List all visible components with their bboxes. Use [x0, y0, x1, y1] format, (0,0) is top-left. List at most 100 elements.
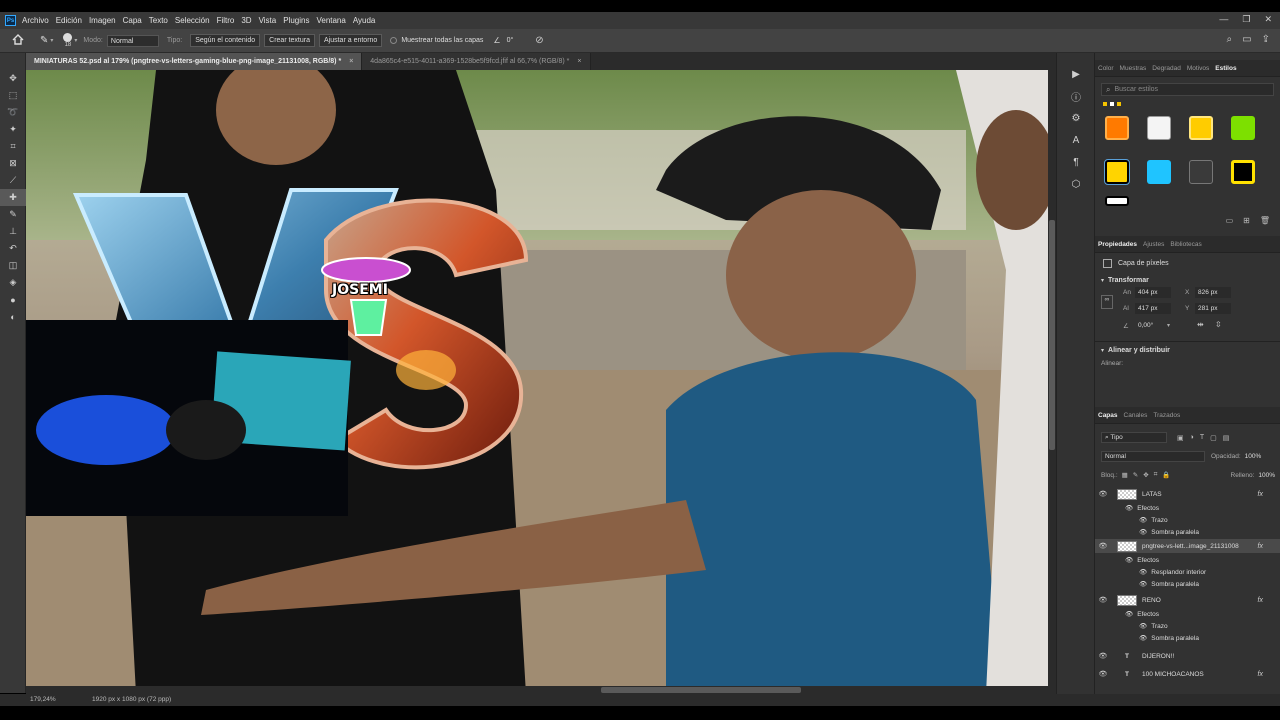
lock-pixels-icon[interactable]: ✎	[1133, 471, 1138, 479]
style-swatch-white-outline[interactable]	[1105, 196, 1129, 206]
style-swatch-green[interactable]	[1231, 116, 1255, 140]
lock-transparency-icon[interactable]: ▦	[1122, 471, 1128, 479]
eye-icon[interactable]: 👁	[1139, 568, 1147, 576]
layer-latas[interactable]: 👁 LATAS fx	[1095, 487, 1280, 501]
tab-layers[interactable]: Capas	[1095, 412, 1121, 419]
flip-horizontal-icon[interactable]: ⇹	[1197, 320, 1204, 329]
menu-filtro[interactable]: Filtro	[217, 16, 235, 25]
search-icon[interactable]: ⌕	[1227, 34, 1233, 45]
lock-position-icon[interactable]: ✥	[1143, 471, 1148, 479]
close-icon[interactable]: ×	[577, 58, 581, 65]
visibility-eye-icon[interactable]: 👁	[1095, 596, 1111, 604]
history-brush-tool-icon[interactable]: ↶	[0, 240, 26, 257]
layer-pngtree[interactable]: 👁 pngtree-vs-lett...image_21131008 fx	[1095, 539, 1280, 553]
menu-archivo[interactable]: Archivo	[22, 16, 49, 25]
brush-size-picker[interactable]: 18	[63, 33, 73, 48]
filter-pixel-icon[interactable]: ▣	[1177, 434, 1184, 442]
play-icon[interactable]: ▶	[1057, 63, 1095, 85]
visibility-eye-icon[interactable]: 👁	[1095, 542, 1111, 550]
filter-text-icon[interactable]: T	[1200, 434, 1204, 442]
flip-vertical-icon[interactable]: ⇳	[1215, 320, 1222, 329]
lock-artboard-icon[interactable]: ⌗	[1154, 471, 1158, 479]
fill-field[interactable]: 100%	[1258, 472, 1275, 479]
layer-reno[interactable]: 👁 RENO fx	[1095, 593, 1280, 607]
paragraph-icon[interactable]: ¶	[1057, 151, 1095, 173]
blend-mode-select[interactable]: Normal	[1101, 450, 1205, 462]
visibility-eye-icon[interactable]: 👁	[1095, 490, 1111, 498]
stamp-tool-icon[interactable]: ⊥	[0, 223, 26, 240]
mode-select[interactable]: Normal	[106, 34, 159, 47]
layer-filter-select[interactable]: ⌕ Tipo	[1101, 432, 1167, 443]
eyedropper-tool-icon[interactable]: ⟋	[0, 172, 26, 189]
eye-icon[interactable]: 👁	[1125, 556, 1133, 564]
tab-styles[interactable]: Estilos	[1212, 65, 1239, 72]
canvas-scroll-h[interactable]	[26, 686, 1048, 694]
tab-channels[interactable]: Canales	[1121, 412, 1151, 419]
zoom-level[interactable]: 179,24%	[30, 696, 56, 703]
style-swatch-black[interactable]	[1231, 160, 1255, 184]
style-group-dot-icon[interactable]	[1103, 102, 1107, 106]
eye-icon[interactable]: 👁	[1125, 504, 1133, 512]
tab-paths[interactable]: Trazados	[1150, 412, 1183, 419]
healing-brush-tool-icon[interactable]: ✎	[40, 35, 48, 46]
transform-section-header[interactable]: ▾ Transformar	[1095, 274, 1280, 287]
canvas-scroll-h-thumb[interactable]	[601, 687, 801, 693]
y-field[interactable]: 281 px	[1195, 303, 1231, 314]
menu-capa[interactable]: Capa	[123, 16, 142, 25]
fx-icon[interactable]: fx	[1258, 491, 1263, 498]
proximity-match-button[interactable]: Ajustar a entorno	[319, 34, 383, 47]
eye-icon[interactable]: 👁	[1139, 622, 1147, 630]
visibility-eye-icon[interactable]: 👁	[1095, 652, 1111, 660]
eye-icon[interactable]: 👁	[1139, 580, 1147, 588]
style-group-dot-icon[interactable]	[1110, 102, 1114, 106]
eraser-tool-icon[interactable]: ◫	[0, 257, 26, 274]
layer-effect[interactable]: 👁 Sombra paralela	[1095, 525, 1280, 539]
opacity-field[interactable]: 100%	[1245, 453, 1262, 460]
eye-icon[interactable]: 👁	[1139, 634, 1147, 642]
chevron-down-icon[interactable]: ▾	[1167, 322, 1170, 329]
tab-jfif[interactable]: 4da865c4-e515-4011-a369-1528be5f9fcd.jfi…	[362, 53, 591, 70]
tab-adjustments[interactable]: Ajustes	[1140, 241, 1167, 248]
style-swatch-white[interactable]	[1147, 116, 1171, 140]
filter-adjust-icon[interactable]: ◑	[1190, 434, 1194, 442]
filter-smart-icon[interactable]: ▤	[1223, 434, 1230, 442]
home-icon[interactable]	[12, 34, 26, 47]
magic-wand-tool-icon[interactable]: ✦	[0, 121, 26, 138]
layer-dijeron[interactable]: 👁 T DIJERON!!	[1095, 649, 1280, 663]
menu-edicion[interactable]: Edición	[56, 16, 82, 25]
menu-seleccion[interactable]: Selección	[175, 16, 210, 25]
link-dimensions-icon[interactable]: ∞	[1101, 295, 1113, 309]
trash-icon[interactable]: 🗑	[1260, 216, 1270, 232]
workspace-icon[interactable]: ▭	[1242, 34, 1251, 45]
menu-ayuda[interactable]: Ayuda	[353, 16, 376, 25]
styles-search-input[interactable]: ⌕ Buscar estilos	[1101, 83, 1274, 96]
rotation-field[interactable]: 0,00°	[1135, 320, 1165, 331]
tab-gradients[interactable]: Degradad	[1149, 65, 1184, 72]
frame-tool-icon[interactable]: ⊠	[0, 155, 26, 172]
tab-swatches[interactable]: Muestras	[1117, 65, 1150, 72]
healing-brush-tool-icon[interactable]: ✚	[0, 189, 26, 206]
brush-settings-icon[interactable]: ⚙	[1057, 107, 1095, 129]
layer-100-michoacanos[interactable]: 👁 T 100 MICHOACANOS fx	[1095, 667, 1280, 681]
style-group-dot-icon[interactable]	[1117, 102, 1121, 106]
blur-tool-icon[interactable]: ●	[0, 291, 26, 308]
style-swatch-yellow[interactable]	[1104, 159, 1130, 185]
eye-icon[interactable]: 👁	[1125, 610, 1133, 618]
crop-tool-icon[interactable]: ⌗	[0, 138, 26, 155]
menu-vista[interactable]: Vista	[259, 16, 277, 25]
sample-all-checkbox[interactable]	[390, 37, 398, 44]
eye-icon[interactable]: 👁	[1139, 516, 1147, 524]
menu-ventana[interactable]: Ventana	[316, 16, 345, 25]
menu-imagen[interactable]: Imagen	[89, 16, 116, 25]
visibility-eye-icon[interactable]: 👁	[1095, 670, 1111, 678]
style-swatch-orange[interactable]	[1105, 116, 1129, 140]
canvas-scroll-v-thumb[interactable]	[1049, 220, 1055, 450]
pressure-icon[interactable]: ⊘	[535, 35, 543, 46]
paint-bucket-tool-icon[interactable]: ◈	[0, 274, 26, 291]
3d-cube-icon[interactable]: ⬡	[1057, 173, 1095, 195]
filter-shape-icon[interactable]: ▢	[1210, 434, 1217, 442]
close-icon[interactable]: ×	[349, 58, 353, 65]
tool-preset-dropdown-icon[interactable]: ▾	[50, 37, 53, 44]
create-texture-button[interactable]: Crear textura	[264, 34, 315, 47]
dodge-tool-icon[interactable]: ◐	[0, 308, 26, 325]
